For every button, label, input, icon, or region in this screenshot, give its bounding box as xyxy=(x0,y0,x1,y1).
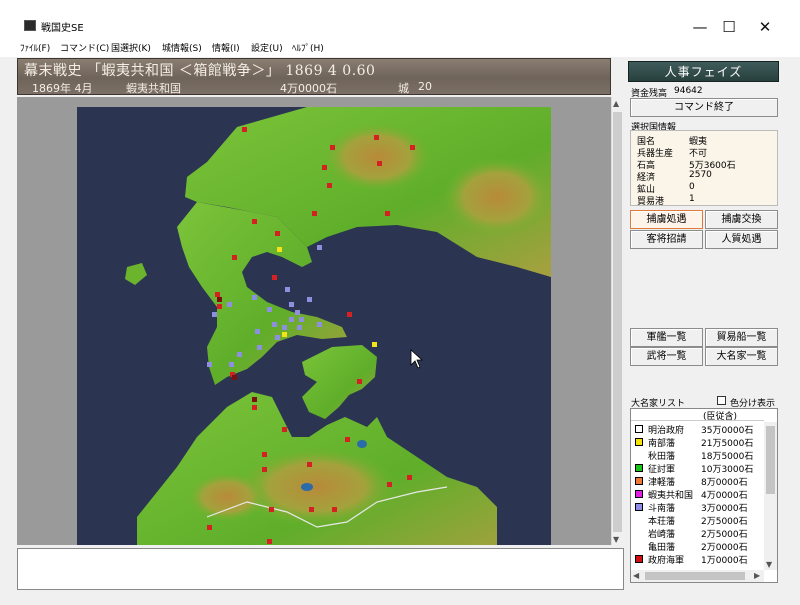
daimyo-koku: 4万0000石 xyxy=(701,491,748,501)
list-header: (臣従含) xyxy=(631,409,764,422)
map-scroll-thumb[interactable] xyxy=(613,112,622,532)
daimyo-name: 亀田藩 xyxy=(648,543,676,553)
menu-settings[interactable]: 設定(U) xyxy=(251,41,283,54)
scroll-up-icon[interactable]: ▲ xyxy=(613,99,619,108)
info-value: 0 xyxy=(689,182,695,192)
menu-help[interactable]: ﾍﾙﾌﾟ(H) xyxy=(292,41,324,54)
phase-indicator: 人事フェイズ xyxy=(628,61,779,82)
hostage-button[interactable]: 人質処遇 xyxy=(705,230,778,249)
daimyo-koku: 1万0000石 xyxy=(701,556,748,566)
list-scroll-right-icon[interactable]: ▶ xyxy=(754,571,760,580)
daimyo-koku: 10万3000石 xyxy=(701,465,754,475)
map-viewport[interactable] xyxy=(17,97,611,545)
daimyo-name: 蝦夷共和国 xyxy=(648,491,694,501)
color-swatch xyxy=(635,490,643,498)
color-swatch xyxy=(635,555,643,563)
color-swatch xyxy=(635,438,643,446)
lake xyxy=(301,483,313,491)
daimyo-name: 秋田藩 xyxy=(648,452,676,462)
list-scroll-down-icon[interactable]: ▼ xyxy=(766,560,772,569)
end-command-button[interactable]: コマンド終了 xyxy=(630,98,778,117)
scenario-banner: 幕末戦史 「蝦夷共和国 ＜箱館戦争＞」 1869 4 0.60 1869年 4月… xyxy=(17,58,611,95)
warship-list-button[interactable]: 軍艦一覧 xyxy=(630,328,703,347)
scenario-title: 幕末戦史 「蝦夷共和国 ＜箱館戦争＞」 1869 4 0.60 xyxy=(24,63,376,79)
map-canvas[interactable] xyxy=(77,107,551,545)
daimyo-name: 斗南藩 xyxy=(648,504,676,514)
menu-file[interactable]: ﾌｧｲﾙ(F) xyxy=(20,41,50,54)
terrain-mountains xyxy=(442,157,551,237)
daimyo-koku: 2万5000石 xyxy=(701,517,748,527)
daimyo-name: 本荘藩 xyxy=(648,517,676,527)
color-display-checkbox[interactable] xyxy=(717,396,726,405)
color-swatch xyxy=(635,425,643,433)
daimyo-name: 征討軍 xyxy=(648,465,676,475)
color-swatch xyxy=(635,477,643,485)
daimyo-koku: 2万0000石 xyxy=(701,543,748,553)
daimyo-name: 岩崎藩 xyxy=(648,530,676,540)
current-koku: 4万0000石 xyxy=(280,82,337,95)
guest-general-button[interactable]: 客将招請 xyxy=(630,230,703,249)
daimyo-list[interactable]: (臣従含) 明治政府 35万0000石 南部藩 21万5000石 秋田藩 18万500… xyxy=(630,408,778,583)
prisoner-exchange-button[interactable]: 捕虜交換 xyxy=(705,210,778,229)
funds-value: 94642 xyxy=(674,86,703,96)
color-swatch xyxy=(635,503,643,511)
prisoner-treatment-button[interactable]: 捕虜処遇 xyxy=(630,210,703,229)
list-scroll-left-icon[interactable]: ◀ xyxy=(633,571,639,580)
list-header-label: (臣従含) xyxy=(703,412,738,422)
daimyo-koku: 2万5000石 xyxy=(701,530,748,540)
trade-ship-list-button[interactable]: 貿易船一覧 xyxy=(705,328,778,347)
menu-info[interactable]: 情報(I) xyxy=(212,41,240,54)
castle-count: 20 xyxy=(418,80,432,93)
app-icon xyxy=(24,20,36,31)
daimyo-koku: 21万5000石 xyxy=(701,439,754,449)
terrain-mountains xyxy=(322,122,432,192)
daimyo-koku: 8万0000石 xyxy=(701,478,748,488)
current-date: 1869年 4月 xyxy=(32,82,93,95)
daimyo-name: 政府海軍 xyxy=(648,556,685,566)
general-list-button[interactable]: 武将一覧 xyxy=(630,347,703,366)
menu-command[interactable]: コマンド(C) xyxy=(60,41,109,54)
scroll-down-icon[interactable]: ▼ xyxy=(613,535,619,544)
info-value: 1 xyxy=(689,194,695,204)
window-title: 戦国史SE xyxy=(41,23,84,34)
current-country: 蝦夷共和国 xyxy=(126,82,181,95)
info-value: 2570 xyxy=(689,170,712,180)
list-hscroll-thumb[interactable] xyxy=(645,572,745,580)
menu-castle-info[interactable]: 城情報(S) xyxy=(162,41,202,54)
country-info-panel: 国名 蝦夷 兵器生産 不可 石高 5万3600石 経済 2570 鉱山 0 貿易… xyxy=(630,130,778,207)
castle-label: 城 xyxy=(398,82,409,95)
terrain-mountains xyxy=(187,472,267,522)
daimyo-koku: 3万0000石 xyxy=(701,504,748,514)
daimyo-name: 南部藩 xyxy=(648,439,676,449)
daimyo-koku: 35万0000石 xyxy=(701,426,754,436)
daimyo-name: 明治政府 xyxy=(648,426,685,436)
daimyo-list-button[interactable]: 大名家一覧 xyxy=(705,347,778,366)
daimyo-name: 津軽藩 xyxy=(648,478,676,488)
lake xyxy=(357,440,367,448)
message-box xyxy=(17,548,624,590)
info-key: 貿易港 xyxy=(637,197,665,207)
daimyo-koku: 18万5000石 xyxy=(701,452,754,462)
color-swatch xyxy=(635,464,643,472)
menu-country-select[interactable]: 国選択(K) xyxy=(111,41,151,54)
list-scroll-thumb[interactable] xyxy=(766,426,775,494)
